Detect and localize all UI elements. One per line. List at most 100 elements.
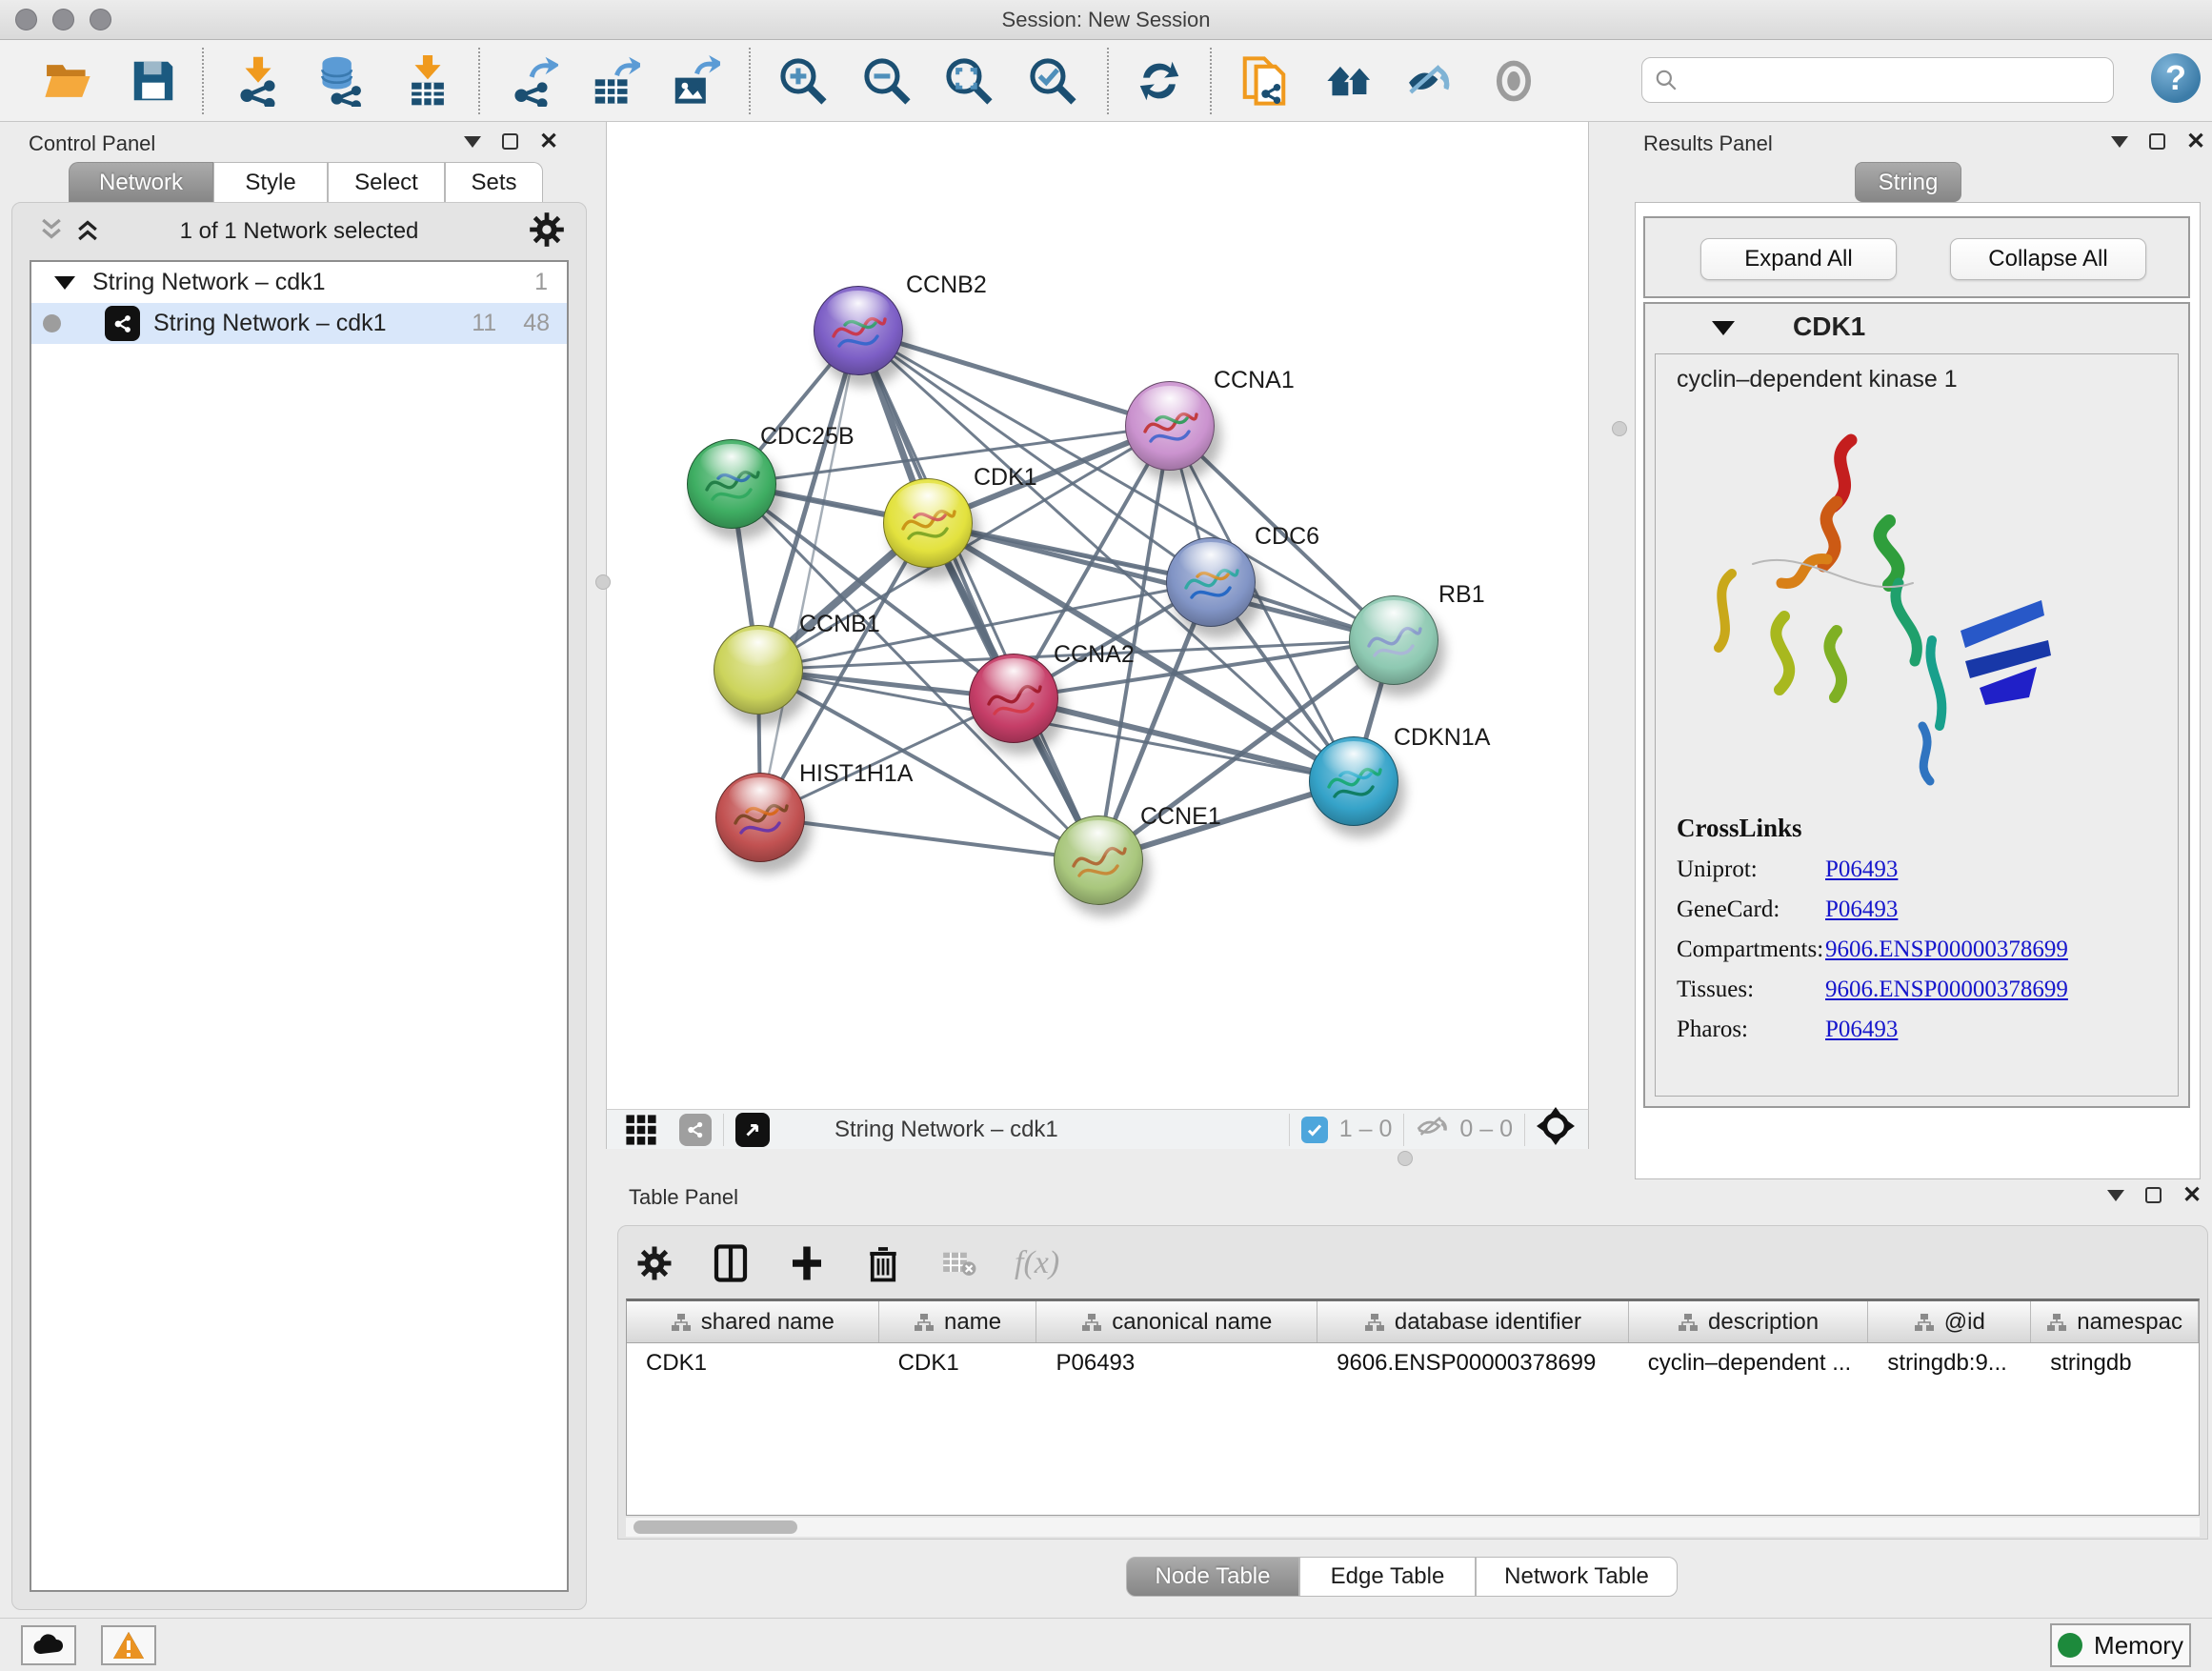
hidden-eye-icon[interactable] [1416, 1112, 1450, 1147]
network-node-rb1[interactable] [1349, 595, 1438, 685]
zoom-selected-icon[interactable] [1025, 53, 1080, 109]
panel-maximize-icon[interactable] [2145, 1187, 2162, 1203]
cloud-button[interactable] [21, 1625, 76, 1665]
column-header-shared-name[interactable]: shared name [627, 1301, 879, 1342]
crosslink-link[interactable]: P06493 [1825, 896, 1898, 923]
table-cell[interactable]: stringdb:9... [1868, 1343, 2031, 1383]
delete-table-icon[interactable] [938, 1242, 980, 1284]
birds-eye-view-icon[interactable] [735, 1113, 770, 1147]
memory-button[interactable]: Memory [2050, 1623, 2191, 1667]
column-header-name[interactable]: name [879, 1301, 1037, 1342]
panel-float-icon[interactable] [2107, 1190, 2124, 1201]
add-column-icon[interactable] [786, 1242, 828, 1284]
zoom-out-icon[interactable] [859, 53, 915, 109]
table-options-gear-icon[interactable] [633, 1242, 675, 1284]
tree-expand-icon[interactable] [54, 276, 75, 290]
table-horizontal-scrollbar[interactable] [626, 1518, 2200, 1537]
column-header--id[interactable]: @id [1868, 1301, 2031, 1342]
network-node-ccne1[interactable] [1054, 815, 1143, 905]
tab-sets[interactable]: Sets [445, 162, 543, 202]
entry-collapse-icon[interactable] [1712, 321, 1735, 335]
table-cell[interactable]: cyclin–dependent ... [1629, 1343, 1869, 1383]
help-button[interactable]: ? [2151, 53, 2201, 103]
crosslink-link[interactable]: P06493 [1825, 1017, 1898, 1043]
network-node-ccna2[interactable] [969, 654, 1058, 743]
save-session-icon[interactable] [126, 53, 181, 109]
export-network-icon[interactable] [505, 53, 560, 109]
crosslink-link[interactable]: P06493 [1825, 856, 1898, 883]
delete-column-icon[interactable] [862, 1242, 904, 1284]
clone-network-icon[interactable] [1237, 53, 1292, 109]
hide-selected-icon[interactable] [1402, 53, 1458, 109]
function-builder-icon[interactable]: f(x) [1015, 1245, 1059, 1281]
network-node-hist1h1a[interactable] [715, 773, 805, 862]
network-edge[interactable] [760, 817, 1098, 860]
results-scroll-viewport[interactable]: Expand All Collapse All CDK1 cyclin–depe… [1635, 202, 2201, 1179]
panel-float-icon[interactable] [2111, 136, 2128, 148]
horizontal-splitter-handle[interactable] [1398, 1151, 1413, 1166]
warnings-button[interactable] [101, 1625, 156, 1665]
pan-target-icon[interactable] [1537, 1107, 1575, 1152]
collapse-all-button[interactable]: Collapse All [1950, 238, 2146, 280]
table-cell[interactable]: P06493 [1036, 1343, 1317, 1383]
export-table-icon[interactable] [587, 53, 642, 109]
column-header-database-identifier[interactable]: database identifier [1317, 1301, 1629, 1342]
network-node-cdk1[interactable] [883, 478, 973, 568]
column-header-namespac[interactable]: namespac [2031, 1301, 2199, 1342]
column-header-canonical-name[interactable]: canonical name [1036, 1301, 1317, 1342]
tab-network-table[interactable]: Network Table [1476, 1557, 1678, 1597]
import-network-database-icon[interactable] [312, 53, 368, 109]
panel-maximize-icon[interactable] [502, 133, 518, 150]
search-field[interactable] [1641, 57, 2114, 103]
tab-network[interactable]: Network [69, 162, 213, 202]
network-row[interactable]: String Network – cdk1 11 48 [31, 303, 567, 344]
network-node-ccna1[interactable] [1125, 381, 1215, 471]
panel-float-icon[interactable] [464, 136, 481, 148]
network-node-cdkn1a[interactable] [1309, 736, 1398, 826]
table-cell[interactable]: stringdb [2031, 1343, 2199, 1383]
table-cell[interactable]: CDK1 [879, 1343, 1037, 1383]
network-node-ccnb2[interactable] [814, 286, 903, 375]
network-node-cdc6[interactable] [1166, 537, 1256, 627]
show-columns-icon[interactable] [710, 1242, 752, 1284]
export-image-icon[interactable] [667, 53, 722, 109]
import-network-file-icon[interactable] [231, 53, 286, 109]
zoom-fit-icon[interactable] [941, 53, 996, 109]
table-row[interactable]: CDK1CDK1P064939606.ENSP00000378699cyclin… [627, 1343, 2199, 1383]
network-edge[interactable] [760, 331, 858, 817]
grid-view-icon[interactable] [620, 1109, 662, 1151]
left-splitter-handle[interactable] [595, 574, 611, 590]
refresh-icon[interactable] [1132, 53, 1187, 109]
zoom-in-icon[interactable] [775, 53, 831, 109]
column-header-description[interactable]: description [1629, 1301, 1869, 1342]
panel-maximize-icon[interactable] [2149, 133, 2165, 150]
tab-string[interactable]: String [1855, 162, 1961, 202]
import-table-icon[interactable] [400, 53, 455, 109]
open-session-icon[interactable] [40, 53, 95, 109]
network-options-gear-icon[interactable] [529, 211, 565, 252]
first-neighbors-icon[interactable] [1322, 53, 1377, 109]
crosslink-link[interactable]: 9606.ENSP00000378699 [1825, 936, 2068, 963]
panel-close-icon[interactable]: ✕ [2186, 133, 2205, 150]
table-cell[interactable]: 9606.ENSP00000378699 [1317, 1343, 1629, 1383]
panel-close-icon[interactable]: ✕ [539, 133, 558, 150]
network-canvas[interactable]: CCNB2CCNA1CDC25BCDK1CDC6RB1CCNB1CCNA2CDK… [606, 122, 1589, 1109]
expand-all-button[interactable]: Expand All [1700, 238, 1897, 280]
tab-node-table[interactable]: Node Table [1126, 1557, 1299, 1597]
network-edge[interactable] [858, 331, 1170, 426]
tab-style[interactable]: Style [213, 162, 328, 202]
search-input[interactable] [1688, 68, 2103, 92]
panel-close-icon[interactable]: ✕ [2182, 1187, 2202, 1203]
tab-edge-table[interactable]: Edge Table [1299, 1557, 1476, 1597]
tab-select[interactable]: Select [328, 162, 445, 202]
network-node-cdc25b[interactable] [687, 439, 776, 529]
selected-checkbox-icon[interactable] [1301, 1117, 1328, 1143]
scrollbar-thumb[interactable] [633, 1520, 797, 1534]
right-splitter-handle[interactable] [1612, 421, 1627, 436]
show-all-icon[interactable] [1486, 53, 1541, 109]
network-view-type-icon[interactable] [679, 1114, 712, 1146]
table-cell[interactable]: CDK1 [627, 1343, 879, 1383]
network-collection-row[interactable]: String Network – cdk1 1 [31, 262, 567, 303]
crosslink-link[interactable]: 9606.ENSP00000378699 [1825, 976, 2068, 1003]
network-node-ccnb1[interactable] [714, 625, 803, 715]
